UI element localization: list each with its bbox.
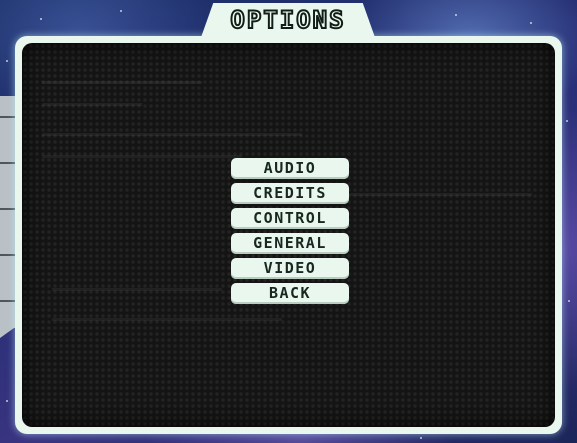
- star: [40, 18, 42, 20]
- ghost-text: [52, 318, 282, 321]
- star: [455, 14, 457, 16]
- ship-nose: [0, 318, 14, 338]
- star: [530, 22, 532, 24]
- audio-button[interactable]: AUDIO: [231, 158, 349, 179]
- star: [566, 120, 568, 122]
- ghost-text: [42, 133, 302, 136]
- general-button[interactable]: GENERAL: [231, 233, 349, 254]
- options-menu: AUDIO CREDITS CONTROL GENERAL VIDEO BACK: [231, 158, 349, 308]
- game-screen: OPTIONS AUDIO CREDITS CONTROL GENERAL VI…: [0, 0, 577, 443]
- page-title: OPTIONS: [229, 5, 346, 35]
- star: [6, 400, 8, 402]
- video-button[interactable]: VIDEO: [231, 258, 349, 279]
- ghost-text: [42, 81, 202, 84]
- ghost-text: [52, 288, 222, 291]
- back-button[interactable]: BACK: [231, 283, 349, 304]
- control-button[interactable]: CONTROL: [231, 208, 349, 229]
- star: [6, 60, 8, 62]
- ghost-text: [42, 155, 242, 158]
- star: [120, 10, 122, 12]
- star: [568, 300, 570, 302]
- ghost-text: [342, 193, 532, 196]
- credits-button[interactable]: CREDITS: [231, 183, 349, 204]
- star: [420, 437, 422, 439]
- ghost-text: [42, 103, 142, 106]
